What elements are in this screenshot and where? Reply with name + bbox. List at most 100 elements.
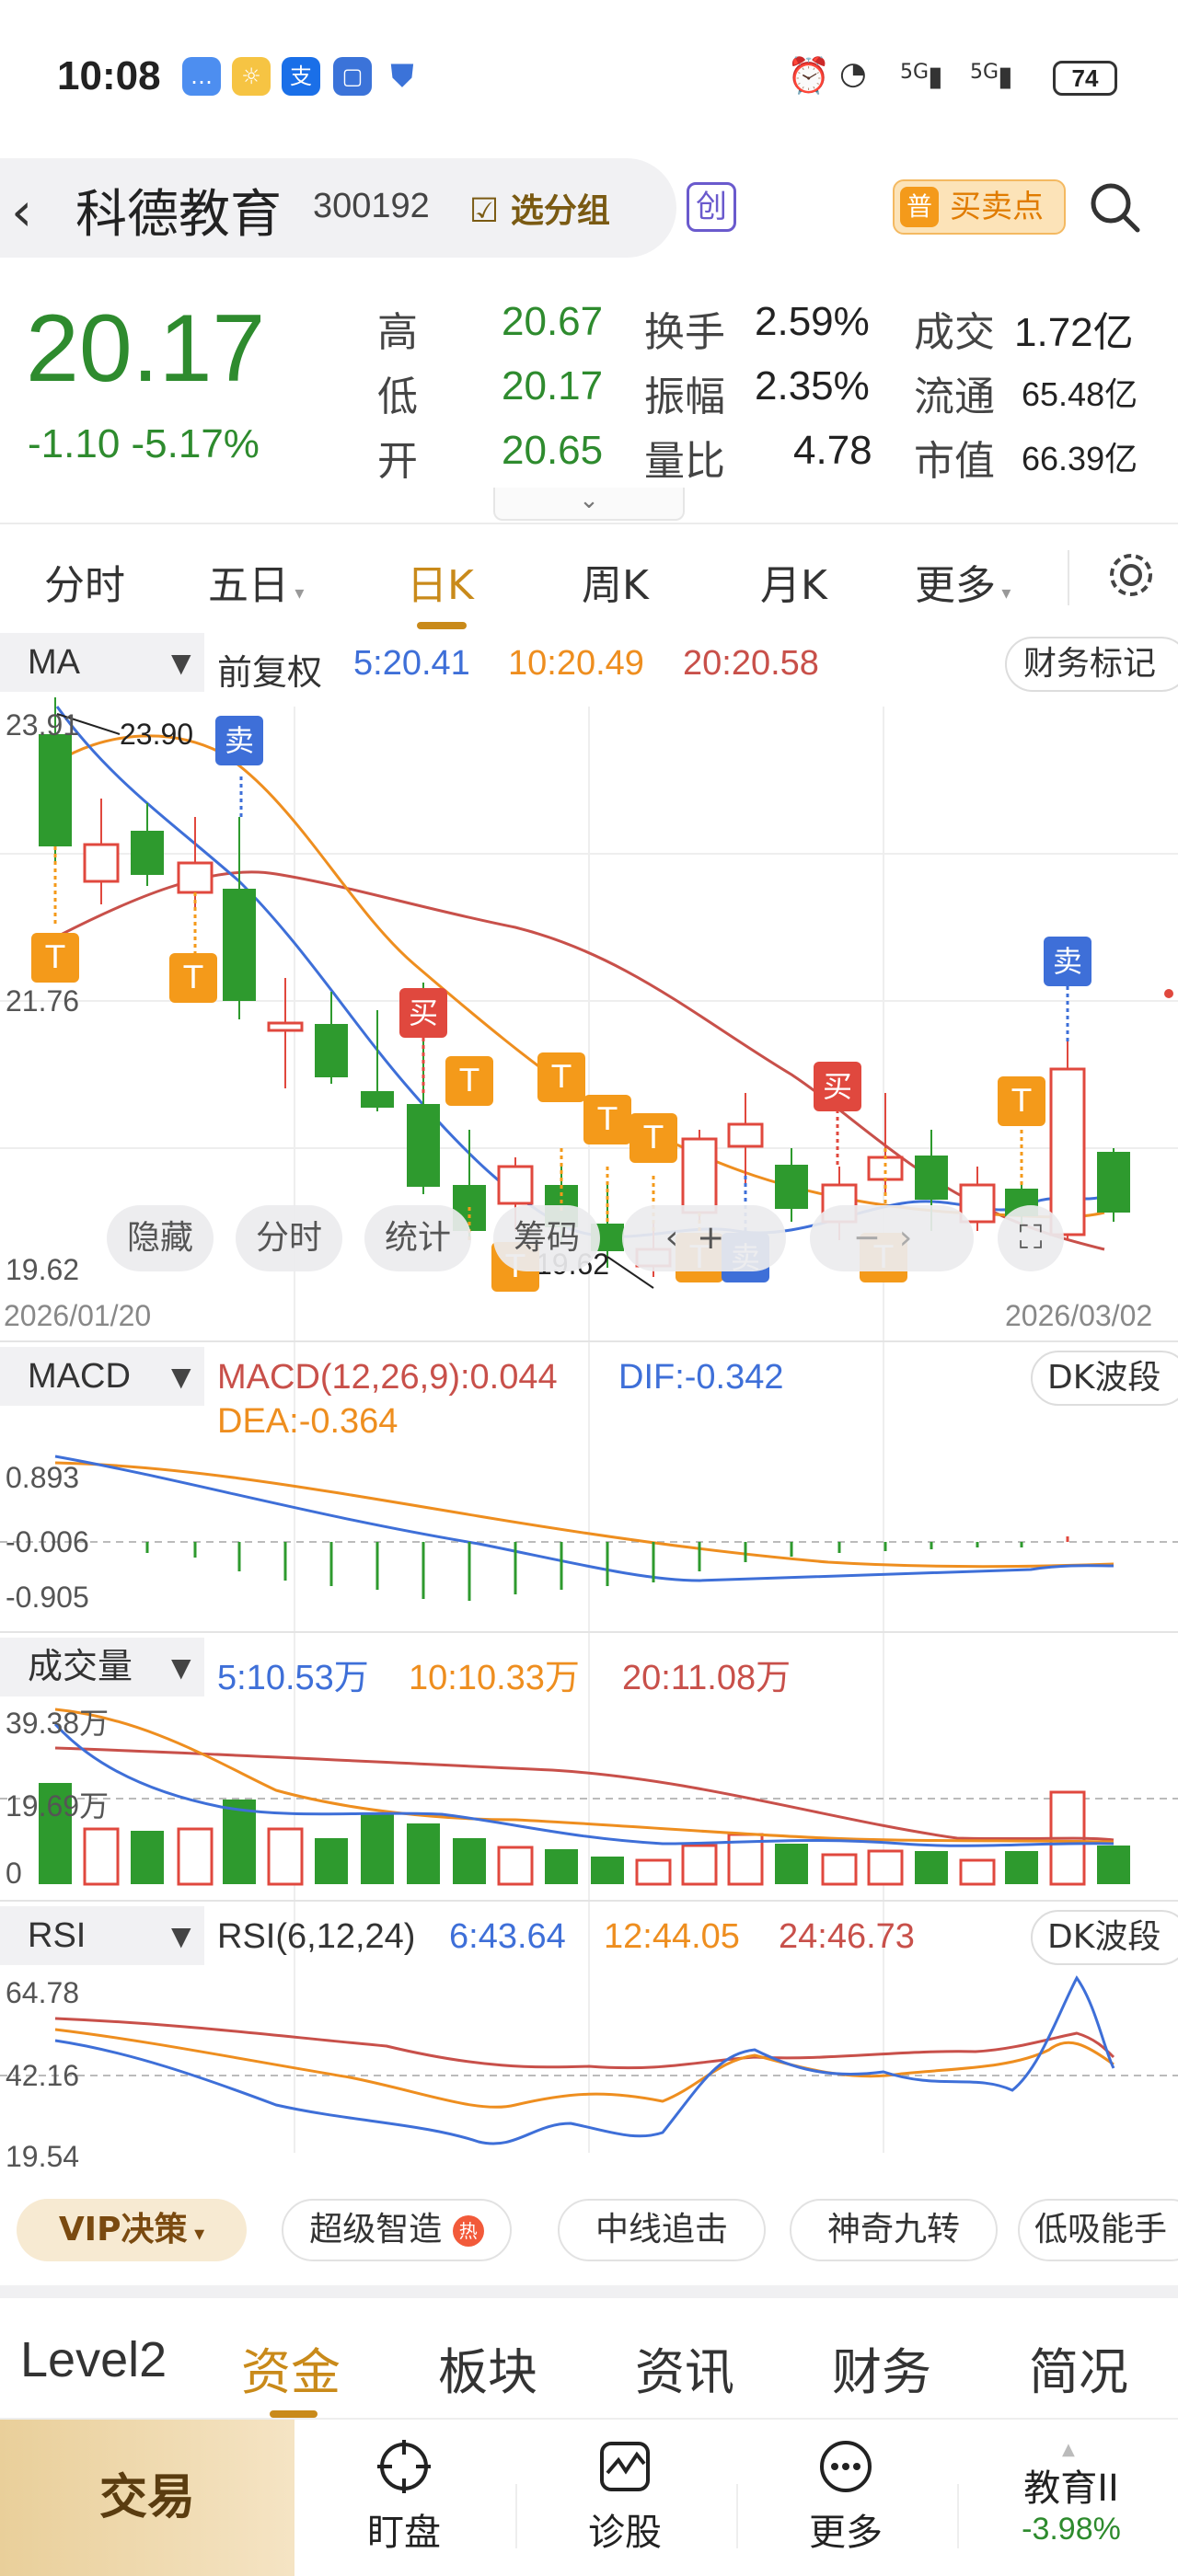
volume-axis-top: 39.38万: [6, 1707, 110, 1740]
macd-value: MACD(12,26,9):0.044: [217, 1358, 558, 1397]
strategy-magic-nine[interactable]: 神奇九转: [790, 2199, 998, 2261]
message-app-icon: …: [182, 57, 221, 96]
macd-axis-top: 0.893: [6, 1461, 80, 1494]
status-time: 10:08: [57, 53, 161, 98]
diagnose-chart-icon[interactable]: [596, 2438, 653, 2495]
sell-signal-badge[interactable]: 卖: [1044, 937, 1091, 986]
alipay-app-icon: 支: [282, 57, 320, 96]
tab-more[interactable]: 更多 ▾: [915, 552, 1011, 611]
ma5-value: 5:20.41: [353, 644, 470, 683]
settings-gear-icon[interactable]: [1104, 548, 1158, 602]
ma10-value: 10:20.49: [508, 644, 644, 683]
stock-name: 科德教育: [75, 185, 282, 245]
alarm-icon: ⏰: [787, 55, 831, 96]
buy-signal-badge[interactable]: 买: [814, 1062, 861, 1111]
t-signal-badge[interactable]: T: [537, 1052, 585, 1102]
strategy-super-smart[interactable]: 超级智造 热: [282, 2199, 512, 2261]
zoom-out-icon[interactable]: −: [853, 1219, 899, 1257]
finance-mark-button[interactable]: 财务标记: [1005, 637, 1178, 692]
expand-chevron-icon[interactable]: ⌄: [493, 488, 685, 521]
chart-area[interactable]: MA ▼ 前复权 5:20.41 10:20.49 20:20.58 财务标记 …: [0, 633, 1178, 2173]
tab-news[interactable]: 资讯: [635, 2331, 734, 2404]
rsi12-line: [54, 2028, 1114, 2109]
tab-finance[interactable]: 财务: [832, 2331, 931, 2404]
intraday-button[interactable]: 分时: [236, 1205, 342, 1271]
tab-intraday[interactable]: 分时: [44, 552, 125, 611]
t-signal-badge[interactable]: T: [31, 933, 79, 983]
price-change: -1.10 -5.17%: [28, 421, 260, 466]
t-signal-badge[interactable]: T: [445, 1056, 493, 1106]
sector-name[interactable]: 教育II: [998, 2458, 1145, 2512]
t-signal-badge[interactable]: T: [583, 1095, 631, 1144]
sector-change: -3.98%: [1022, 2512, 1121, 2547]
tab-weekly-k[interactable]: 周K: [582, 552, 649, 611]
signal-bars-icon-2: ▮: [998, 61, 1013, 93]
trade-button[interactable]: 交易: [0, 2420, 294, 2576]
crosshair-icon[interactable]: [375, 2438, 433, 2495]
strategy-midline-chase[interactable]: 中线追击: [558, 2199, 766, 2261]
tab-funds[interactable]: 资金: [241, 2331, 341, 2404]
zoom-controls[interactable]: ‹+: [622, 1205, 786, 1271]
vip-decision-button[interactable]: VIP决策 ▾: [17, 2199, 247, 2261]
volume-axis-mid: 19.69万: [6, 1789, 110, 1823]
shield-icon: ⛊: [390, 58, 414, 95]
volume-ma5: 5:10.53万: [217, 1659, 369, 1697]
high-label: 高: [377, 309, 418, 356]
strategy-low-buy[interactable]: 低吸能手: [1018, 2199, 1178, 2261]
amplitude-value: 2.35%: [755, 363, 870, 408]
adjust-label[interactable]: 前复权: [217, 644, 322, 695]
volume-ratio-value: 4.78: [793, 428, 872, 473]
sell-signal-badge[interactable]: 卖: [215, 716, 263, 765]
scroll-right-icon[interactable]: ›: [899, 1219, 930, 1257]
more-dots-icon[interactable]: [817, 2438, 874, 2495]
chips-button[interactable]: 筹码: [493, 1205, 600, 1271]
tab-profile[interactable]: 简况: [1029, 2331, 1128, 2404]
strategy-super-smart-label: 超级智造: [309, 2211, 443, 2248]
rsi6-value: 6:43.64: [449, 1917, 566, 1956]
buy-sell-badge: 普: [900, 187, 939, 227]
tab-monthly-k[interactable]: 月K: [760, 552, 827, 611]
tab-level2[interactable]: Level2: [20, 2331, 167, 2388]
tab-divider: [1068, 550, 1069, 605]
kline-axis-top: 23.91: [6, 708, 80, 742]
search-icon[interactable]: [1086, 178, 1143, 236]
dropdown-icon: ▼: [171, 648, 191, 678]
kline-axis-mid: 21.76: [6, 984, 80, 1018]
diagnose-label[interactable]: 诊股: [583, 2502, 666, 2556]
t-signal-badge[interactable]: T: [998, 1076, 1045, 1126]
t-signal-badge[interactable]: T: [629, 1113, 677, 1163]
select-group-button[interactable]: ☑ 选分组: [469, 184, 610, 232]
buy-signal-badge[interactable]: 买: [399, 988, 447, 1038]
zoom-in-icon[interactable]: +: [697, 1219, 743, 1257]
t-signal-badge[interactable]: T: [169, 953, 217, 1003]
volume-axis-bottom: 0: [6, 1857, 22, 1890]
tab-five-day[interactable]: 五日 ▾: [208, 552, 304, 611]
dk-wave-button[interactable]: DK波段: [1031, 1351, 1178, 1406]
macd-axis-bottom: -0.905: [6, 1581, 89, 1614]
high-value: 20.67: [502, 299, 604, 344]
board-badge[interactable]: 创: [687, 182, 736, 232]
tab-daily-k[interactable]: 日K: [407, 552, 474, 611]
volume-ma10: 10:10.33万: [409, 1659, 580, 1697]
wifi-icon: ◔: [839, 55, 867, 92]
date-end: 2026/03/02: [1005, 1299, 1153, 1332]
section-divider: [0, 2285, 1178, 2298]
statistics-button[interactable]: 统计: [364, 1205, 471, 1271]
tab-more-label: 更多: [915, 562, 996, 609]
more-label[interactable]: 更多: [804, 2502, 887, 2556]
watch-label[interactable]: 盯盘: [363, 2502, 445, 2556]
notes-app-icon: ▢: [333, 57, 372, 96]
zoom-controls-2[interactable]: −›: [810, 1205, 974, 1271]
hide-button[interactable]: 隐藏: [107, 1205, 214, 1271]
vip-decision-label: VIP决策: [58, 2211, 188, 2248]
amplitude-label: 振幅: [644, 374, 725, 420]
up-arrow-icon: ▲: [1062, 2440, 1075, 2459]
back-icon[interactable]: ‹: [11, 180, 32, 243]
scroll-left-icon[interactable]: ‹: [665, 1219, 697, 1257]
nav-separator: [736, 2484, 738, 2548]
open-label: 开: [377, 438, 418, 485]
fullscreen-icon[interactable]: ⛶: [998, 1205, 1064, 1271]
tab-sector[interactable]: 板块: [438, 2331, 537, 2404]
volume-ma5-line: [53, 1722, 1114, 1847]
dk-wave-button-rsi[interactable]: DK波段: [1031, 1910, 1178, 1965]
